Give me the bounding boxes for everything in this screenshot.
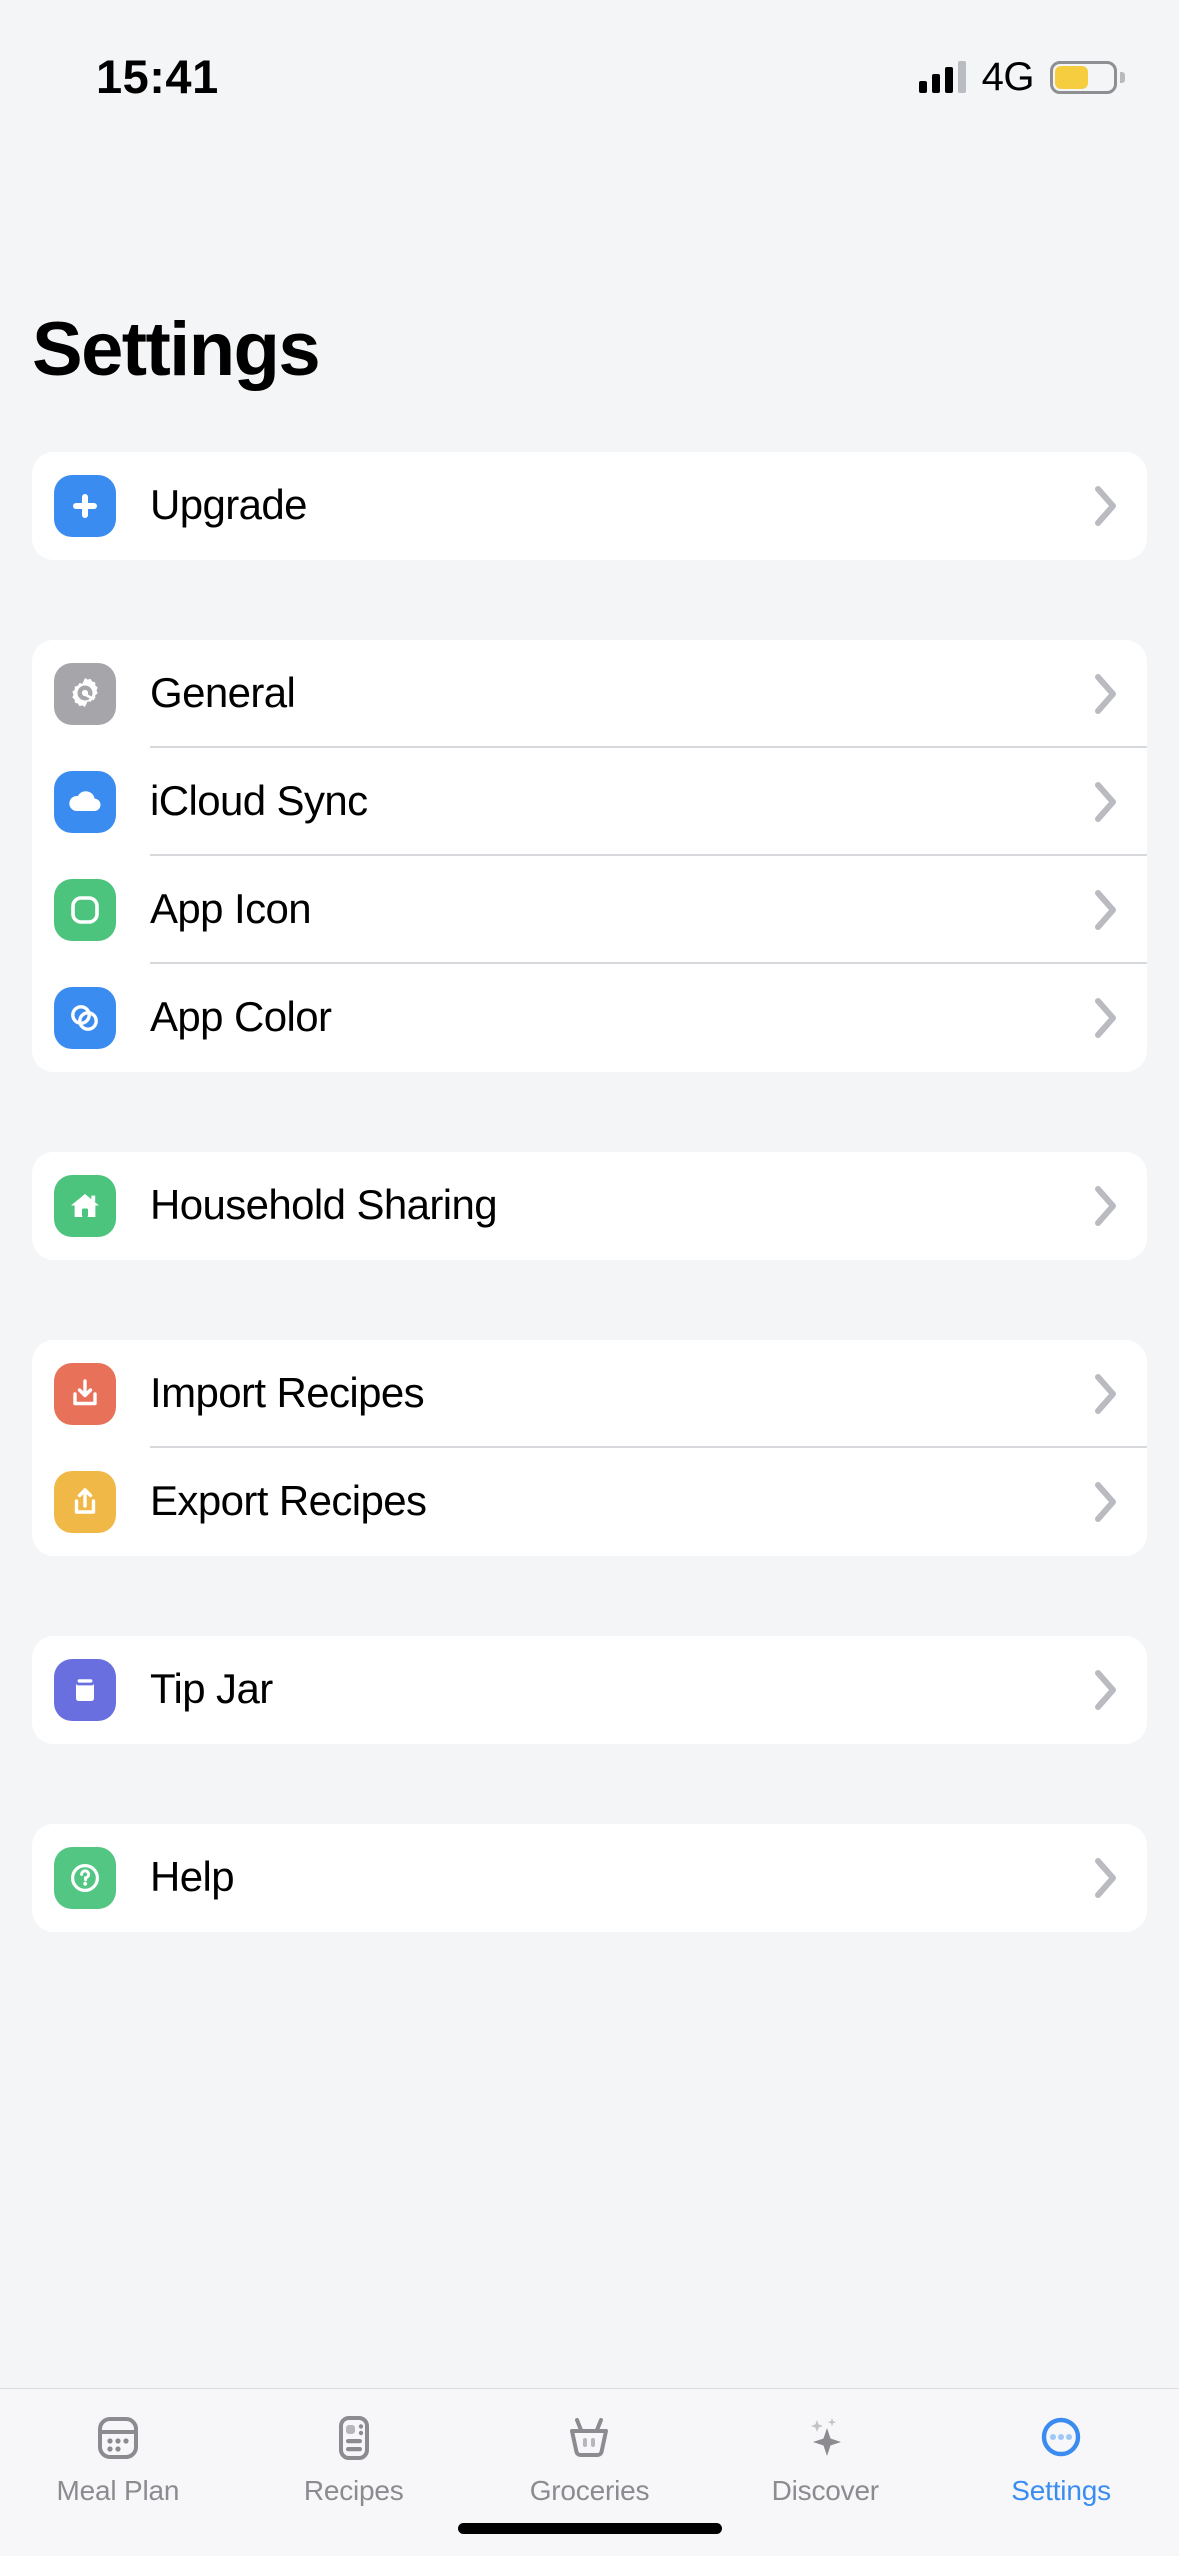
settings-screen: 15:41 4G Settings Upgrade General iCloud… bbox=[0, 0, 1179, 2556]
chevron-right-icon bbox=[1093, 1184, 1119, 1228]
chevron-right-icon bbox=[1093, 1372, 1119, 1416]
house-icon bbox=[54, 1175, 116, 1237]
ellipsis-circle-icon bbox=[1032, 2407, 1090, 2469]
row-label: General bbox=[150, 669, 296, 716]
export-share-icon bbox=[54, 1471, 116, 1533]
sharing-section: Household Sharing bbox=[32, 1152, 1147, 1260]
status-time: 15:41 bbox=[96, 49, 219, 103]
home-indicator bbox=[457, 2523, 722, 2534]
row-label: App Icon bbox=[150, 885, 312, 932]
chevron-right-icon bbox=[1093, 484, 1119, 528]
tab-label: Recipes bbox=[303, 2475, 404, 2506]
row-label: Help bbox=[150, 1853, 235, 1900]
settings-row-icloud-sync[interactable]: iCloud Sync bbox=[32, 748, 1147, 856]
tab-label: Settings bbox=[1011, 2475, 1111, 2506]
tab-settings[interactable]: Settings bbox=[943, 2407, 1179, 2505]
tab-label: Discover bbox=[771, 2475, 880, 2506]
tab-recipes[interactable]: Recipes bbox=[236, 2407, 472, 2505]
row-label: iCloud Sync bbox=[150, 777, 368, 824]
app-settings-section: General iCloud Sync App Icon App Color bbox=[32, 640, 1147, 1072]
page-title: Settings bbox=[32, 307, 321, 392]
settings-row-export-recipes[interactable]: Export Recipes bbox=[32, 1448, 1147, 1556]
jar-icon bbox=[54, 1659, 116, 1721]
tab-label: Groceries bbox=[529, 2475, 650, 2506]
import-tray-icon bbox=[54, 1363, 116, 1425]
row-label: App Color bbox=[150, 993, 332, 1040]
chevron-right-icon bbox=[1093, 780, 1119, 824]
status-bar: 15:41 4G bbox=[0, 0, 1179, 130]
cloud-icon bbox=[54, 771, 116, 833]
sparkles-icon bbox=[796, 2407, 854, 2469]
row-label: Import Recipes bbox=[150, 1369, 425, 1416]
settings-row-general[interactable]: General bbox=[32, 640, 1147, 748]
row-label: Household Sharing bbox=[150, 1181, 498, 1228]
chevron-right-icon bbox=[1093, 1856, 1119, 1900]
upgrade-section: Upgrade bbox=[32, 452, 1147, 560]
question-circle-icon bbox=[54, 1847, 116, 1909]
settings-row-help[interactable]: Help bbox=[32, 1824, 1147, 1932]
tipjar-section: Tip Jar bbox=[32, 1636, 1147, 1744]
battery-low-power-icon bbox=[1050, 60, 1125, 94]
app-square-icon bbox=[54, 879, 116, 941]
chevron-right-icon bbox=[1093, 1668, 1119, 1712]
chevron-right-icon bbox=[1093, 672, 1119, 716]
settings-row-household-sharing[interactable]: Household Sharing bbox=[32, 1152, 1147, 1260]
tab-discover[interactable]: Discover bbox=[707, 2407, 943, 2505]
tab-meal-plan[interactable]: Meal Plan bbox=[0, 2407, 236, 2505]
cellular-signal-icon bbox=[918, 61, 966, 93]
settings-row-import-recipes[interactable]: Import Recipes bbox=[32, 1340, 1147, 1448]
recipes-io-section: Import Recipes Export Recipes bbox=[32, 1340, 1147, 1556]
chevron-right-icon bbox=[1093, 888, 1119, 932]
settings-row-app-icon[interactable]: App Icon bbox=[32, 856, 1147, 964]
row-label: Export Recipes bbox=[150, 1477, 427, 1524]
recipe-card-icon bbox=[325, 2407, 383, 2469]
calendar-icon bbox=[89, 2407, 147, 2469]
row-label: Tip Jar bbox=[150, 1665, 273, 1712]
tab-groceries[interactable]: Groceries bbox=[472, 2407, 708, 2505]
tab-label: Meal Plan bbox=[56, 2475, 180, 2506]
chevron-right-icon bbox=[1093, 1480, 1119, 1524]
plus-icon bbox=[54, 475, 116, 537]
settings-list: Upgrade General iCloud Sync App Icon App… bbox=[0, 452, 1179, 1932]
gear-icon bbox=[54, 663, 116, 725]
settings-row-tip-jar[interactable]: Tip Jar bbox=[32, 1636, 1147, 1744]
status-indicators: 4G bbox=[918, 54, 1125, 100]
row-label: Upgrade bbox=[150, 481, 308, 528]
settings-row-upgrade[interactable]: Upgrade bbox=[32, 452, 1147, 560]
help-section: Help bbox=[32, 1824, 1147, 1932]
settings-row-app-color[interactable]: App Color bbox=[32, 964, 1147, 1072]
chevron-right-icon bbox=[1093, 996, 1119, 1040]
network-type-label: 4G bbox=[981, 54, 1035, 99]
color-rings-icon bbox=[54, 987, 116, 1049]
basket-icon bbox=[560, 2407, 618, 2469]
